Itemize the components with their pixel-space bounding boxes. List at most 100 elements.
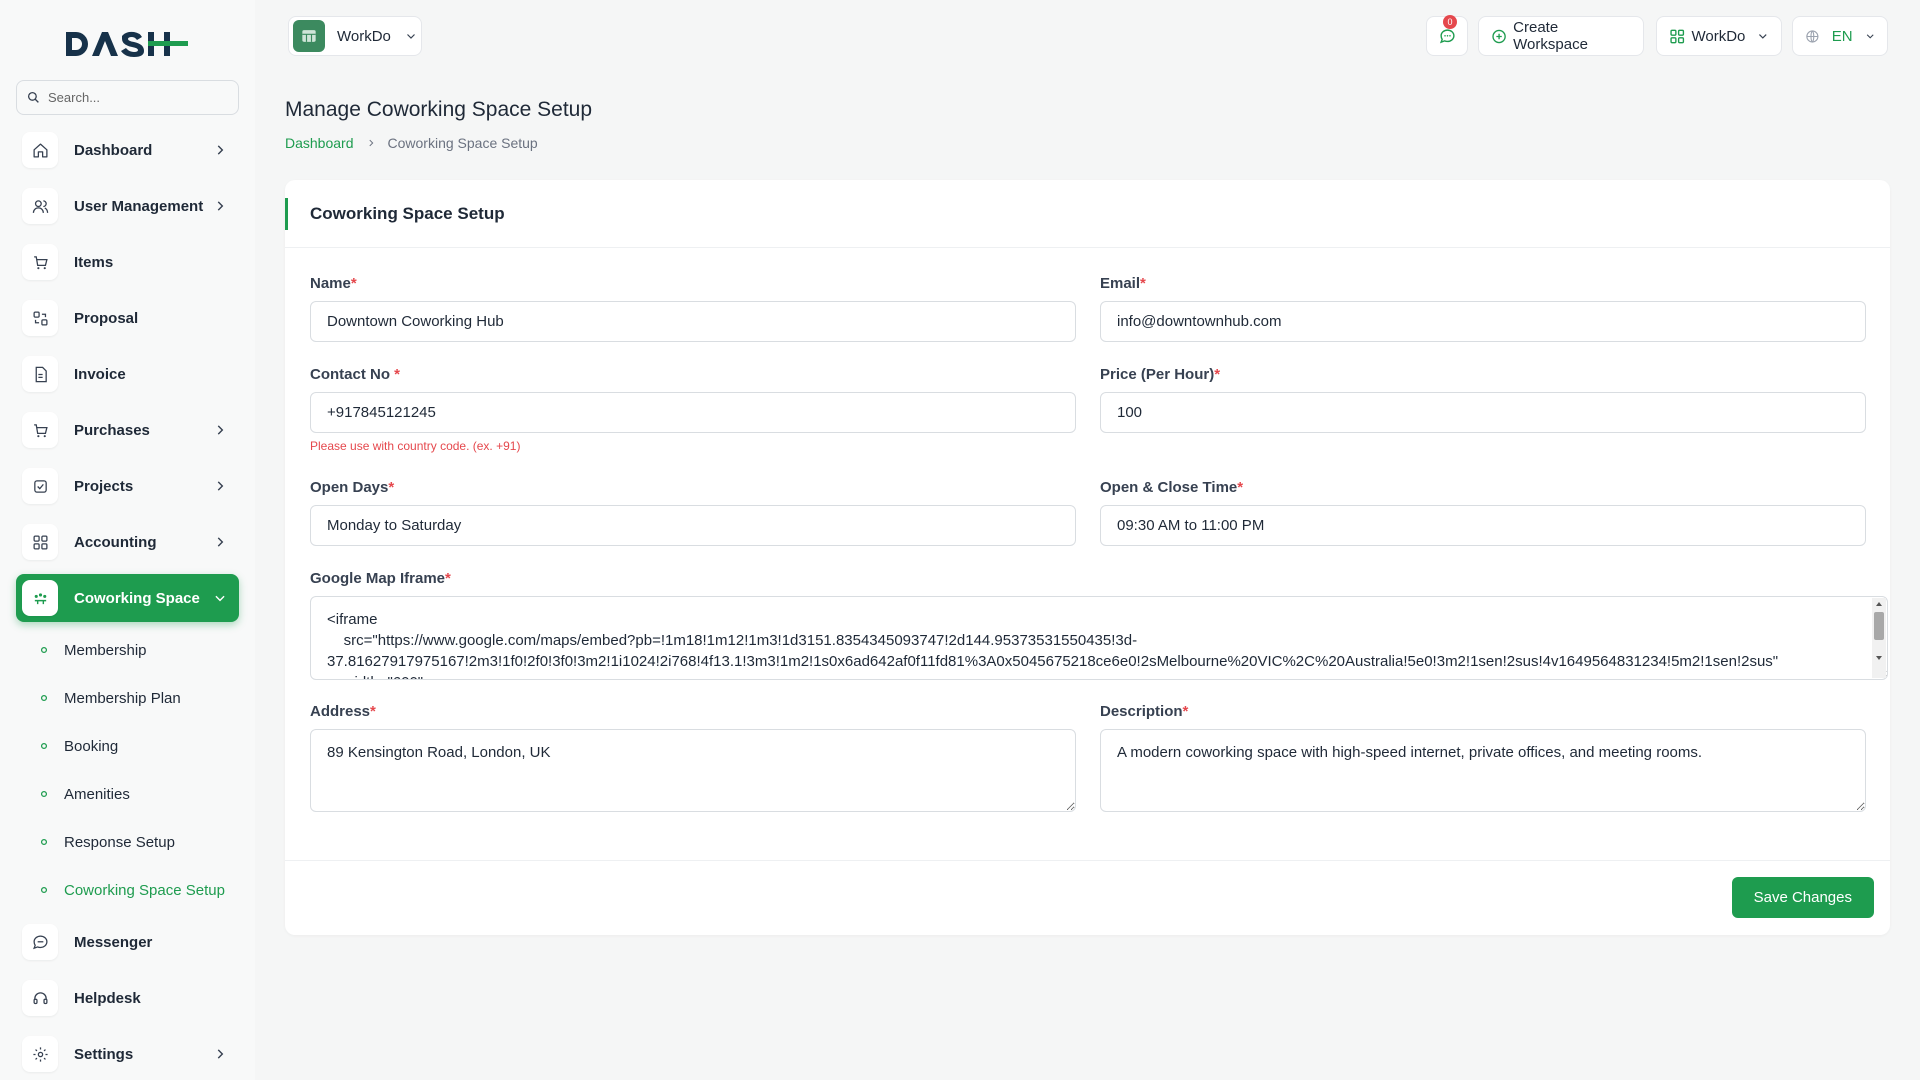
search-box[interactable] <box>16 80 239 115</box>
description-label: Description* <box>1100 703 1189 720</box>
sidebar-subitem-label: Booking <box>64 737 119 755</box>
bullet-icon <box>40 742 48 750</box>
chevron-right-icon <box>217 1049 224 1059</box>
sidebar-item-messenger[interactable]: Messenger <box>16 918 239 966</box>
name-label: Name* <box>310 275 357 292</box>
sidebar-item-dashboard[interactable]: Dashboard <box>16 126 239 174</box>
create-workspace-button[interactable]: Create Workspace <box>1478 16 1644 56</box>
open-days-input[interactable] <box>310 505 1076 546</box>
sidebar-item-user-management[interactable]: User Management <box>16 182 239 230</box>
apps-icon <box>1670 29 1685 43</box>
sidebar-item-label: Coworking Space <box>74 589 200 607</box>
chevron-right-icon <box>217 145 224 155</box>
save-changes-button[interactable]: Save Changes <box>1731 877 1874 918</box>
sidebar-subitem-membership-plan[interactable]: Membership Plan <box>40 686 181 710</box>
plus-circle-icon <box>1492 29 1506 43</box>
breadcrumb-dashboard-link[interactable]: Dashboard <box>285 135 354 151</box>
chevron-down-icon <box>406 34 415 39</box>
chevron-right-icon <box>217 425 224 435</box>
map-iframe-field: Google Map Iframe* <iframe src="https://… <box>310 570 1888 685</box>
sidebar-item-label: Items <box>74 253 114 271</box>
chat-bubble-icon <box>1439 28 1455 43</box>
create-workspace-label: Create Workspace <box>1513 19 1588 53</box>
bullet-icon <box>40 790 48 798</box>
sidebar-item-label: Messenger <box>74 933 153 951</box>
contact-hint: Please use with country code. (ex. +91) <box>310 439 521 453</box>
sidebar-subitem-coworking-space-setup[interactable]: Coworking Space Setup <box>40 878 225 902</box>
sidebar-item-label: Settings <box>74 1045 134 1063</box>
description-field: Description* A modern coworking space wi… <box>1100 703 1866 817</box>
workspace-logo-icon <box>293 20 325 52</box>
sidebar-item-settings[interactable]: Settings <box>16 1030 239 1078</box>
sidebar-item-items[interactable]: Items <box>16 238 239 286</box>
sidebar-item-coworking-space[interactable]: Coworking Space <box>16 574 239 622</box>
sidebar-item-label: Invoice <box>74 365 126 383</box>
grid-icon <box>22 524 58 560</box>
chevron-right-icon <box>368 139 373 147</box>
price-label: Price (Per Hour)* <box>1100 366 1221 383</box>
address-label: Address* <box>310 703 376 720</box>
bullet-icon <box>40 886 48 894</box>
sidebar-item-proposal[interactable]: Proposal <box>16 294 239 342</box>
chevron-down-icon <box>215 595 225 602</box>
sidebar-subitem-booking[interactable]: Booking <box>40 734 118 758</box>
search-input[interactable] <box>48 90 218 105</box>
sidebar-item-projects[interactable]: Projects <box>16 462 239 510</box>
price-input[interactable] <box>1100 392 1866 433</box>
chevron-right-icon <box>217 201 224 211</box>
card-header: Coworking Space Setup <box>285 180 1890 248</box>
workspace-menu-button[interactable]: WorkDo <box>1656 16 1782 56</box>
breadcrumb: Dashboard Coworking Space Setup <box>285 135 538 151</box>
notification-badge: 0 <box>1443 15 1457 29</box>
sidebar-item-label: User Management <box>74 197 204 215</box>
sidebar-subitem-response-setup[interactable]: Response Setup <box>40 830 175 854</box>
sidebar: Dashboard User Management Items Proposal… <box>0 0 255 1080</box>
open-close-time-input[interactable] <box>1100 505 1866 546</box>
sidebar-item-label: Dashboard <box>74 141 153 159</box>
chat-icon <box>22 924 58 960</box>
sidebar-subitem-label: Amenities <box>64 785 130 803</box>
description-textarea[interactable]: A modern coworking space with high-speed… <box>1100 729 1866 812</box>
sidebar-item-helpdesk[interactable]: Helpdesk <box>16 974 239 1022</box>
chevron-down-icon <box>1866 34 1874 39</box>
coworking-icon <box>22 580 58 616</box>
sidebar-subitem-label: Membership <box>64 641 147 659</box>
sidebar-subitem-membership[interactable]: Membership <box>40 638 147 662</box>
workspace-name: WorkDo <box>337 27 391 45</box>
headset-icon <box>22 980 58 1016</box>
checkbox-icon <box>22 468 58 504</box>
sidebar-subitem-label: Membership Plan <box>64 689 181 707</box>
sidebar-item-purchases[interactable]: Purchases <box>16 406 239 454</box>
open-close-time-label: Open & Close Time* <box>1100 479 1244 496</box>
sidebar-item-invoice[interactable]: Invoice <box>16 350 239 398</box>
open-close-time-field: Open & Close Time* <box>1100 479 1866 546</box>
price-field: Price (Per Hour)* <box>1100 366 1866 433</box>
name-input[interactable] <box>310 301 1076 342</box>
notifications-button[interactable]: 0 <box>1426 15 1468 56</box>
gear-icon <box>22 1036 58 1072</box>
contact-input[interactable] <box>310 392 1076 433</box>
textarea-scrollbar[interactable] <box>1872 598 1886 678</box>
bullet-icon <box>40 694 48 702</box>
workspace-menu-label: WorkDo <box>1691 27 1746 45</box>
contact-field: Contact No * Please use with country cod… <box>310 366 1076 453</box>
sidebar-item-accounting[interactable]: Accounting <box>16 518 239 566</box>
sidebar-item-label: Projects <box>74 477 134 495</box>
sidebar-subitem-amenities[interactable]: Amenities <box>40 782 130 806</box>
card-title: Coworking Space Setup <box>310 204 505 223</box>
address-textarea[interactable]: 89 Kensington Road, London, UK <box>310 729 1076 812</box>
workspace-switcher[interactable]: WorkDo <box>288 16 422 56</box>
proposal-icon <box>22 300 58 336</box>
language-selector[interactable]: EN <box>1792 16 1888 56</box>
brand-logo[interactable] <box>64 28 190 65</box>
name-field: Name* <box>310 275 1076 342</box>
search-icon <box>27 91 39 103</box>
accent-bar <box>285 198 288 230</box>
sidebar-item-label: Proposal <box>74 309 139 327</box>
contact-label: Contact No * <box>310 366 401 383</box>
map-iframe-textarea[interactable]: <iframe src="https://www.google.com/maps… <box>310 596 1888 680</box>
email-input[interactable] <box>1100 301 1866 342</box>
breadcrumb-current: Coworking Space Setup <box>387 135 538 151</box>
sidebar-subitem-label: Response Setup <box>64 833 175 851</box>
cart-icon <box>22 244 58 280</box>
